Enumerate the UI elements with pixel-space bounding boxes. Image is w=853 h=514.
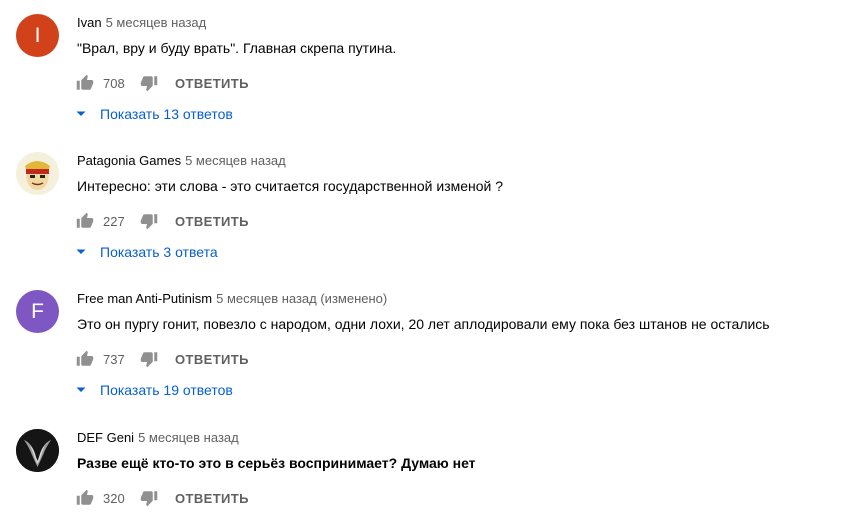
comment-text: "Врал, вру и буду врать". Главная скрепа… — [77, 40, 397, 56]
dislike-icon[interactable] — [139, 73, 159, 93]
comment-thread: DEF Geni 5 месяцев назад Разве ещё кто-то… — [0, 429, 853, 514]
comment-header: Patagonia Games 5 месяцев назад — [77, 152, 286, 170]
caret-down-icon — [74, 245, 88, 259]
comment-timestamp[interactable]: 5 месяцев назад — [185, 153, 286, 168]
like-icon[interactable] — [75, 211, 95, 231]
avatar[interactable] — [16, 152, 59, 195]
like-count: 227 — [103, 213, 125, 229]
comment-action-bar: 227 ОТВЕТИТЬ — [75, 210, 249, 232]
dislike-icon[interactable] — [139, 211, 159, 231]
comment-timestamp[interactable]: 5 месяцев назад — [138, 430, 239, 445]
comment-thread: F Free man Anti-Putinism 5 месяцев назад … — [0, 290, 853, 410]
like-count: 320 — [103, 490, 125, 506]
reply-button[interactable]: ОТВЕТИТЬ — [175, 352, 249, 367]
comment-author[interactable]: Patagonia Games — [77, 153, 181, 168]
comment-text: Это он пургу гонит, повезло с народом, о… — [77, 316, 770, 332]
reply-button[interactable]: ОТВЕТИТЬ — [175, 76, 249, 91]
avatar[interactable]: I — [16, 14, 59, 57]
dislike-icon[interactable] — [139, 488, 159, 508]
comment-header: DEF Geni 5 месяцев назад — [77, 429, 239, 447]
comment-timestamp[interactable]: 5 месяцев назад — [106, 15, 207, 30]
comment-header: Free man Anti-Putinism 5 месяцев назад (и… — [77, 290, 387, 308]
avatar-image — [16, 429, 59, 472]
show-replies-label: Показать 19 ответов — [100, 382, 233, 398]
like-count: 708 — [103, 75, 125, 91]
avatar-image — [16, 152, 59, 195]
comment-text: Разве ещё кто-то это в серьёз воспринима… — [77, 455, 476, 471]
comment-thread: Patagonia Games 5 месяцев назад Интересно… — [0, 152, 853, 272]
show-replies-label: Показать 13 ответов — [100, 106, 233, 122]
dislike-icon[interactable] — [139, 349, 159, 369]
reply-button[interactable]: ОТВЕТИТЬ — [175, 214, 249, 229]
comment-timestamp[interactable]: 5 месяцев назад (изменено) — [216, 291, 387, 306]
show-replies-button[interactable]: Показать 13 ответов — [74, 103, 233, 125]
like-count: 737 — [103, 351, 125, 367]
avatar[interactable] — [16, 429, 59, 472]
reply-button[interactable]: ОТВЕТИТЬ — [175, 491, 249, 506]
avatar-letter: F — [31, 299, 44, 323]
comment-header: Ivan 5 месяцев назад — [77, 14, 206, 32]
comment-action-bar: 320 ОТВЕТИТЬ — [75, 487, 249, 509]
avatar[interactable]: F — [16, 290, 59, 333]
like-icon[interactable] — [75, 488, 95, 508]
caret-down-icon — [74, 383, 88, 397]
comment-text: Интересно: эти слова - это считается гос… — [77, 178, 504, 194]
comment-author[interactable]: DEF Geni — [77, 430, 134, 445]
comment-action-bar: 708 ОТВЕТИТЬ — [75, 72, 249, 94]
like-icon[interactable] — [75, 349, 95, 369]
comment-author[interactable]: Ivan — [77, 15, 102, 30]
comment-thread: I Ivan 5 месяцев назад "Врал, вру и буду … — [0, 14, 853, 134]
show-replies-label: Показать 3 ответа — [100, 244, 218, 260]
avatar-letter: I — [34, 23, 41, 47]
show-replies-button[interactable]: Показать 3 ответа — [74, 241, 218, 263]
caret-down-icon — [74, 107, 88, 121]
comment-action-bar: 737 ОТВЕТИТЬ — [75, 348, 249, 370]
like-icon[interactable] — [75, 73, 95, 93]
comment-author[interactable]: Free man Anti-Putinism — [77, 291, 212, 306]
show-replies-button[interactable]: Показать 19 ответов — [74, 379, 233, 401]
